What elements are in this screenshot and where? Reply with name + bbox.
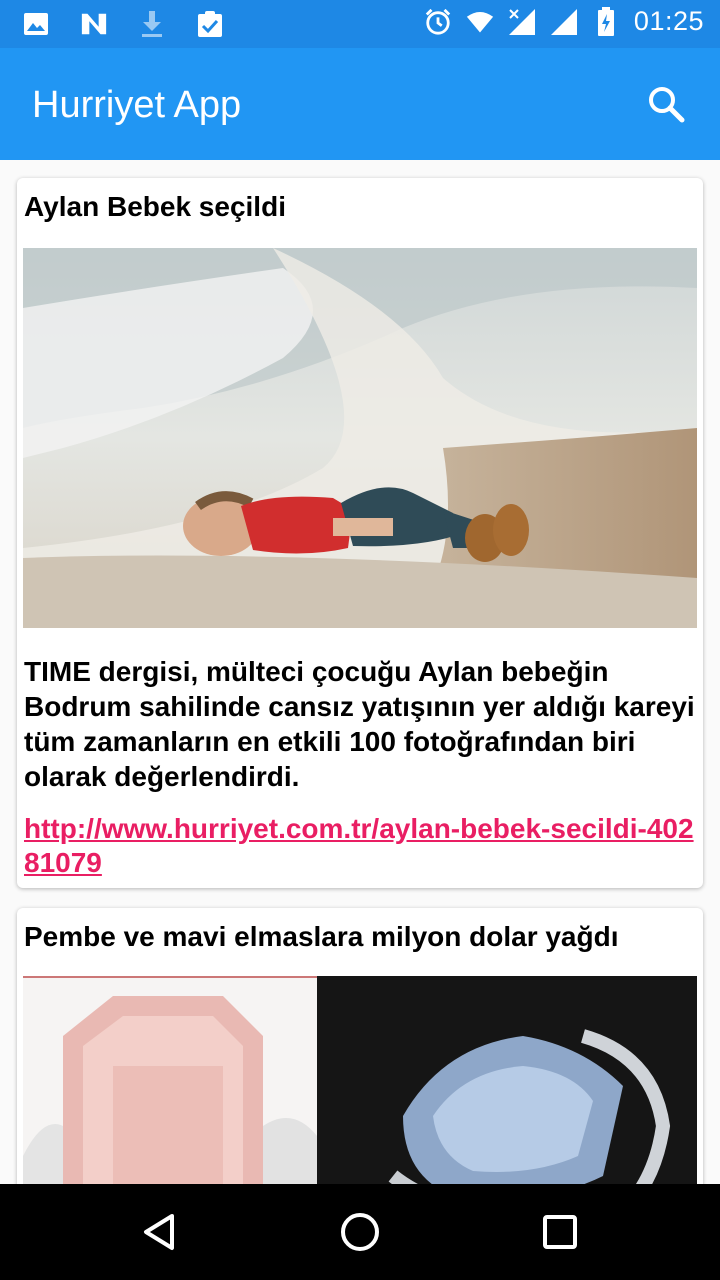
- home-circle-icon: [341, 1213, 379, 1251]
- system-icons: 01:25: [424, 6, 704, 37]
- download-icon: [138, 10, 166, 38]
- wifi-icon: [466, 8, 494, 36]
- search-icon: [649, 87, 685, 123]
- recents-square-icon: [543, 1215, 577, 1249]
- image-icon: [22, 10, 50, 38]
- back-button[interactable]: [130, 1202, 190, 1262]
- article-description: TIME dergisi, mülteci çocuğu Aylan bebeğ…: [24, 656, 695, 792]
- news-card[interactable]: Pembe ve mavi elmaslara milyon dolar yağ…: [17, 908, 703, 1184]
- navigation-bar: [0, 1184, 720, 1280]
- app-bar: Hurriyet App: [0, 48, 720, 160]
- notification-icons: [22, 10, 224, 38]
- signal-off-icon: [508, 8, 536, 36]
- status-time: 01:25: [633, 6, 704, 36]
- home-button[interactable]: [330, 1202, 390, 1262]
- news-card[interactable]: Aylan Bebek seçildi TIME dergisi, mültec…: [17, 178, 703, 888]
- article-link[interactable]: http://www.hurriyet.com.tr/aylan-bebek-s…: [24, 812, 700, 880]
- app-title: Hurriyet App: [32, 84, 242, 126]
- article-title: Aylan Bebek seçildi: [24, 191, 286, 222]
- signal-icon: [550, 8, 578, 36]
- article-image: [23, 976, 697, 1184]
- search-button[interactable]: [636, 74, 696, 134]
- clipboard-check-icon: [196, 10, 224, 38]
- news-feed[interactable]: Aylan Bebek seçildi TIME dergisi, mültec…: [0, 160, 720, 1184]
- back-triangle-icon: [144, 1214, 174, 1250]
- n-app-icon: [80, 10, 108, 38]
- battery-charging-icon: [592, 6, 620, 36]
- article-image: [23, 248, 697, 628]
- alarm-icon: [424, 8, 452, 36]
- status-bar: 01:25: [0, 0, 720, 48]
- recents-button[interactable]: [530, 1202, 590, 1262]
- article-title: Pembe ve mavi elmaslara milyon dolar yağ…: [24, 921, 619, 952]
